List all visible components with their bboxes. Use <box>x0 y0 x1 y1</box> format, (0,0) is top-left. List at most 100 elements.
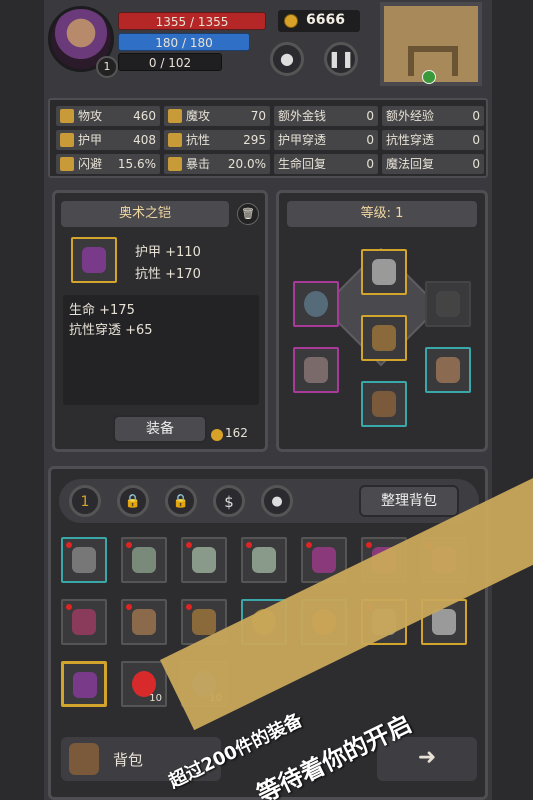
running-icon <box>60 157 74 171</box>
lock-icon: 🔒 <box>172 494 190 509</box>
bag-page-button[interactable]: 1 <box>69 485 101 517</box>
minimap-wall <box>408 46 414 76</box>
stat-extra-exp: 额外经验 0 <box>382 106 484 126</box>
stat-resist-penetration: 抗性穿透 0 <box>382 130 484 150</box>
new-item-dot <box>66 542 72 548</box>
lock-button[interactable]: 🔒 <box>117 485 149 517</box>
equipment-panel: 等级: 1 <box>276 190 488 452</box>
new-item-dot <box>126 542 132 548</box>
armor-icon <box>73 672 97 698</box>
inventory-slot[interactable]: 10 <box>121 661 167 707</box>
item-stat-resist: 抗性 +170 <box>135 267 201 282</box>
equip-slot-ring[interactable] <box>293 281 339 327</box>
equip-slot-helmet[interactable] <box>361 249 407 295</box>
equip-slot-armor[interactable] <box>361 315 407 361</box>
item-name: 奥术之铠 <box>61 201 229 227</box>
paw-icon: ● <box>271 494 283 509</box>
chest-armor-icon <box>132 547 156 573</box>
chest-armor-icon <box>192 609 216 635</box>
inventory-slot[interactable] <box>121 537 167 583</box>
stat-physical-attack: 物攻 460 <box>56 106 160 126</box>
chest-armor-icon <box>372 325 396 351</box>
stat-hp-regen: 生命回复 0 <box>274 154 378 174</box>
stat-armor: 护甲 408 <box>56 130 160 150</box>
minimap-wall <box>408 46 458 52</box>
minimap[interactable] <box>380 2 482 86</box>
new-item-dot <box>126 604 132 610</box>
stats-panel: 物攻 460 魔攻 70 额外金钱 0 额外经验 0 护甲 408 抗性 295 护甲穿透 0… <box>48 98 488 178</box>
stat-dodge: 闪避 15.6% <box>56 154 160 174</box>
stat-mp-regen: 魔法回复 0 <box>382 154 484 174</box>
helmet-icon <box>132 609 156 635</box>
inventory-slot[interactable] <box>121 599 167 645</box>
new-item-dot <box>306 542 312 548</box>
new-item-dot <box>366 542 372 548</box>
paw-icon: ● <box>280 49 294 68</box>
arrow-right-icon: ➜ <box>417 745 437 770</box>
amulet-icon <box>436 291 460 317</box>
item-detail-panel: 奥术之铠 🗑 护甲 +110 抗性 +170 生命 +175 抗性穿透 +65 … <box>52 190 268 452</box>
equip-button[interactable]: 装备 <box>113 415 207 443</box>
equip-slot-gloves[interactable] <box>425 347 471 393</box>
gold-coin-icon <box>211 429 223 441</box>
item-bonus-box: 生命 +175 抗性穿透 +65 <box>63 295 259 405</box>
item-bonus-resist-pen: 抗性穿透 +65 <box>69 323 153 338</box>
equip-slot-boots[interactable] <box>361 381 407 427</box>
new-item-dot <box>66 604 72 610</box>
trash-button[interactable]: 🗑 <box>237 203 259 225</box>
sort-bag-button[interactable]: 整理背包 <box>359 485 459 517</box>
sword-icon <box>60 109 74 123</box>
stat-extra-gold: 额外金钱 0 <box>274 106 378 126</box>
trash-icon: 🗑 <box>241 207 255 220</box>
pet-button[interactable]: ● <box>270 42 304 76</box>
lock-button[interactable]: 🔒 <box>165 485 197 517</box>
stat-magic-attack: 魔攻 70 <box>164 106 270 126</box>
item-bonus-hp: 生命 +175 <box>69 303 135 318</box>
player-marker-icon <box>422 70 436 84</box>
inventory-slot[interactable] <box>61 537 107 583</box>
trophy-icon <box>168 133 182 147</box>
inventory-slot[interactable] <box>61 599 107 645</box>
paw-icon <box>60 133 74 147</box>
pet-button[interactable]: ● <box>261 485 293 517</box>
new-item-dot <box>186 604 192 610</box>
hud: 1 1355 / 1355 180 / 180 0 / 102 6666 ● ❚… <box>44 0 492 88</box>
backpack-icon <box>69 743 99 775</box>
item-stat-armor: 护甲 +110 <box>135 245 201 260</box>
inventory-slot[interactable] <box>241 537 287 583</box>
mp-bar: 180 / 180 <box>118 33 250 51</box>
lightning-icon <box>168 157 182 171</box>
stat-resistance: 抗性 295 <box>164 130 270 150</box>
inventory-slot[interactable] <box>181 537 227 583</box>
chest-armor-icon <box>72 547 96 573</box>
hero-level-badge: 1 <box>96 56 118 78</box>
equipment-level: 等级: 1 <box>287 201 477 227</box>
xp-bar: 0 / 102 <box>118 53 222 71</box>
selected-item-slot[interactable] <box>71 237 117 283</box>
dollar-icon: $ <box>224 493 234 511</box>
staff-icon <box>168 109 182 123</box>
hp-bar: 1355 / 1355 <box>118 12 266 30</box>
equip-slot-weapon[interactable] <box>293 347 339 393</box>
hood-icon <box>312 547 336 573</box>
gold-counter: 6666 <box>278 10 360 32</box>
inventory-slot-selected[interactable] <box>61 661 107 707</box>
stat-armor-penetration: 护甲穿透 0 <box>274 130 378 150</box>
pause-button[interactable]: ❚❚ <box>324 42 358 76</box>
equip-slot-amulet[interactable] <box>425 281 471 327</box>
dagger-icon <box>304 357 328 383</box>
gold-value: 6666 <box>306 12 345 28</box>
bag-tab-label: 背包 <box>113 751 144 769</box>
hood-icon <box>372 259 396 285</box>
item-price: 162 <box>225 426 248 440</box>
boot-icon <box>372 391 396 417</box>
boot-icon <box>72 609 96 635</box>
new-item-dot <box>246 542 252 548</box>
lock-icon: 🔒 <box>124 494 142 509</box>
sell-button[interactable]: $ <box>213 485 245 517</box>
pause-icon: ❚❚ <box>327 49 355 68</box>
gold-coin-icon <box>284 14 298 28</box>
ring-icon <box>304 291 328 317</box>
glove-icon <box>436 357 460 383</box>
stat-crit: 暴击 20.0% <box>164 154 270 174</box>
